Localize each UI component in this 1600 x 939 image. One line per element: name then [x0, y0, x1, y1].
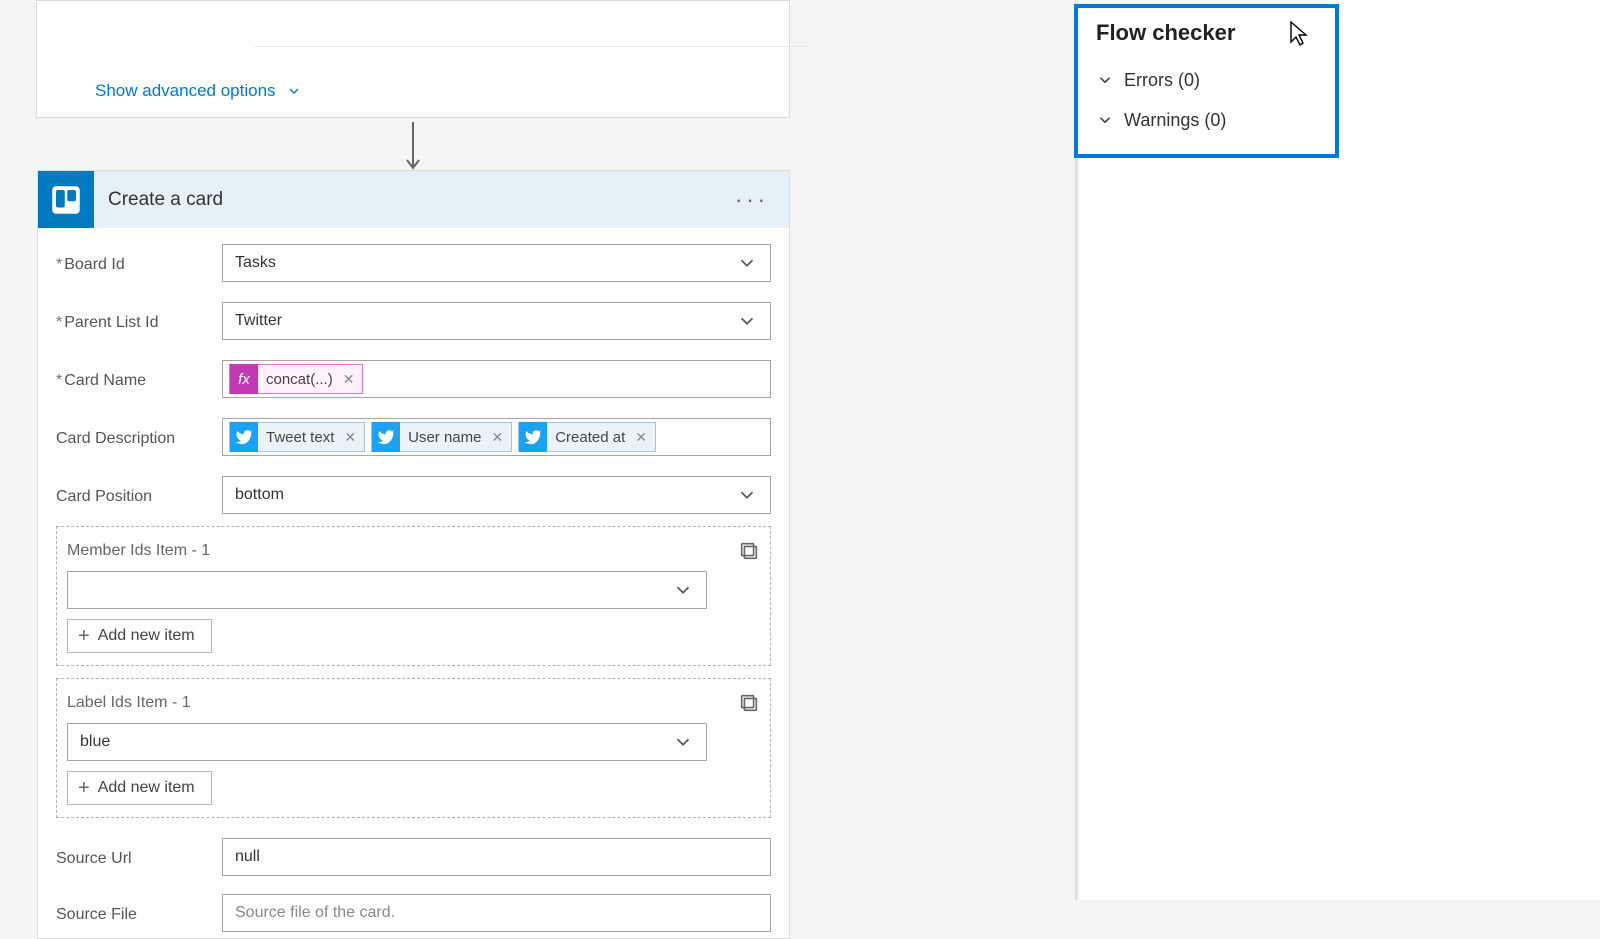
field-card-position: Card Position bottom	[56, 470, 771, 520]
warnings-section[interactable]: Warnings (0)	[1096, 100, 1317, 140]
chevron-down-icon	[736, 252, 758, 274]
board-id-label: Board Id	[56, 252, 222, 274]
show-advanced-options-link[interactable]: Show advanced options	[95, 81, 302, 101]
card-name-input[interactable]: fx concat(...) ✕	[222, 360, 771, 398]
chevron-down-icon	[736, 484, 758, 506]
card-desc-input[interactable]: Tweet text ✕ User name ✕ Created at ✕	[222, 418, 771, 456]
remove-token-button[interactable]: ✕	[491, 429, 503, 446]
source-url-label: Source Url	[56, 846, 222, 868]
errors-label: Errors (0)	[1124, 70, 1200, 91]
chevron-down-icon	[1096, 71, 1114, 89]
source-url-input[interactable]	[222, 838, 771, 876]
flow-checker-panel: Flow checker Errors (0) Warnings (0)	[1074, 4, 1339, 158]
label-ids-value: blue	[80, 733, 672, 751]
chevron-down-icon	[672, 731, 694, 753]
switch-mode-icon[interactable]	[738, 540, 760, 562]
plus-icon: +	[78, 778, 90, 798]
remove-token-button[interactable]: ✕	[343, 371, 355, 388]
label-ids-select[interactable]: blue	[67, 723, 707, 761]
errors-section[interactable]: Errors (0)	[1096, 60, 1317, 100]
chevron-down-icon	[1096, 111, 1114, 129]
chevron-down-icon	[672, 579, 694, 601]
advanced-options-label: Show advanced options	[95, 81, 276, 101]
token-label: User name	[408, 429, 481, 446]
chevron-down-icon	[736, 310, 758, 332]
card-name-label: Card Name	[56, 368, 222, 390]
label-ids-group: Label Ids Item - 1 blue + Add new item	[56, 678, 771, 818]
expression-token[interactable]: fx concat(...) ✕	[229, 364, 363, 394]
twitter-icon	[519, 422, 547, 452]
field-card-name: Card Name fx concat(...) ✕	[56, 354, 771, 404]
dynamic-token-created-at[interactable]: Created at ✕	[518, 422, 656, 452]
action-menu-button[interactable]: ···	[729, 187, 775, 213]
source-file-label: Source File	[56, 902, 222, 924]
token-label: Tweet text	[266, 429, 334, 446]
dynamic-token-user-name[interactable]: User name ✕	[371, 422, 512, 452]
field-parent-list-id: Parent List Id Twitter	[56, 296, 771, 346]
label-ids-label: Label Ids Item - 1	[67, 694, 191, 712]
field-source-file: Source File	[56, 888, 771, 938]
board-id-value: Tasks	[235, 254, 736, 272]
create-card-action: Create a card ··· Board Id Tasks Parent …	[37, 170, 790, 939]
add-member-item-button[interactable]: + Add new item	[67, 619, 212, 653]
member-ids-group: Member Ids Item - 1 + Add new item	[56, 526, 771, 666]
fx-token-label: concat(...)	[266, 371, 333, 388]
flow-checker-title: Flow checker	[1096, 20, 1317, 46]
field-card-description: Card Description Tweet text ✕ User name …	[56, 412, 771, 462]
plus-icon: +	[78, 626, 90, 646]
add-label-label: Add new item	[98, 779, 195, 797]
board-id-select[interactable]: Tasks	[222, 244, 771, 282]
add-label-item-button[interactable]: + Add new item	[67, 771, 212, 805]
parent-list-value: Twitter	[235, 312, 736, 330]
twitter-icon	[372, 422, 400, 452]
dynamic-token-tweet-text[interactable]: Tweet text ✕	[229, 422, 365, 452]
remove-token-button[interactable]: ✕	[635, 429, 647, 446]
flow-canvas: Show advanced options Create a card ···	[0, 0, 1078, 900]
fx-icon: fx	[230, 364, 258, 394]
trello-icon	[38, 171, 94, 228]
action-body: Board Id Tasks Parent List Id Twitter	[38, 228, 789, 938]
action-title: Create a card	[108, 189, 729, 211]
action-header[interactable]: Create a card ···	[38, 171, 789, 228]
twitter-icon	[230, 422, 258, 452]
warnings-label: Warnings (0)	[1124, 110, 1226, 131]
field-source-url: Source Url	[56, 832, 771, 882]
switch-mode-icon[interactable]	[738, 692, 760, 714]
card-position-value: bottom	[235, 486, 736, 504]
field-board-id: Board Id Tasks	[56, 238, 771, 288]
add-member-label: Add new item	[98, 627, 195, 645]
member-ids-select[interactable]	[67, 571, 707, 609]
parent-list-select[interactable]: Twitter	[222, 302, 771, 340]
card-position-select[interactable]: bottom	[222, 476, 771, 514]
chevron-down-icon	[286, 83, 302, 99]
remove-token-button[interactable]: ✕	[344, 429, 356, 446]
trello-glyph-icon	[51, 185, 81, 215]
card-desc-label: Card Description	[56, 426, 222, 448]
previous-input-stub	[255, 29, 807, 47]
token-label: Created at	[555, 429, 625, 446]
member-ids-label: Member Ids Item - 1	[67, 542, 210, 560]
previous-step-card: Show advanced options	[36, 0, 790, 118]
parent-list-label: Parent List Id	[56, 310, 222, 332]
card-position-label: Card Position	[56, 484, 222, 506]
flow-arrow-icon	[405, 122, 421, 172]
